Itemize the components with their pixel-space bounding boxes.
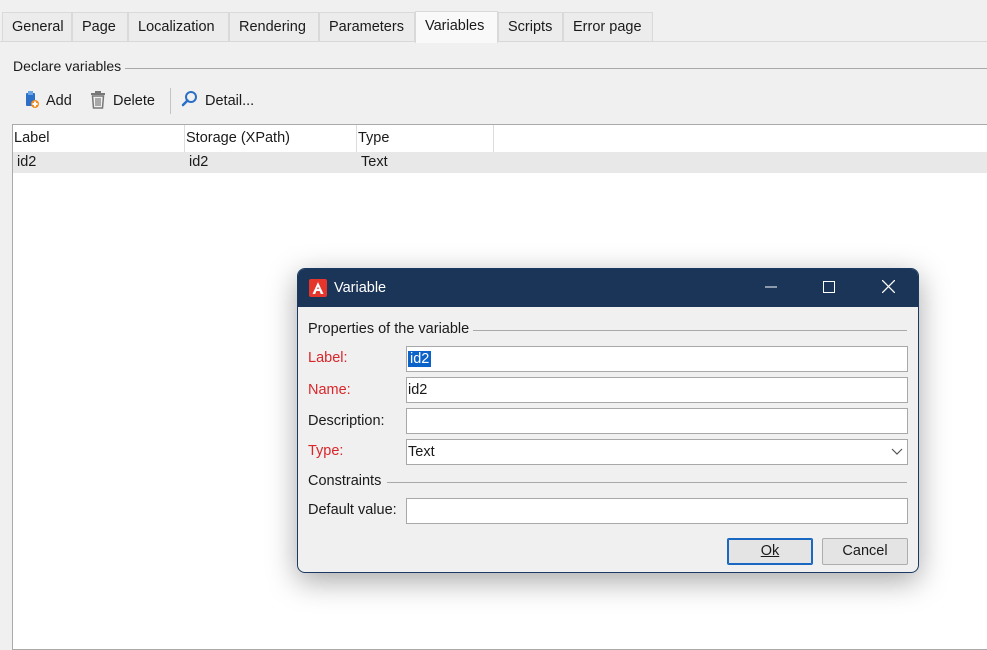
ok-label: Ok	[760, 543, 780, 559]
row-storage-cell: id2	[189, 154, 209, 170]
delete-icon	[89, 90, 107, 113]
column-header-storage[interactable]: Storage (XPath)	[185, 125, 357, 152]
row-label-cell: id2	[17, 154, 37, 170]
list-header: Label Storage (XPath) Type	[13, 125, 987, 152]
description-input[interactable]	[406, 408, 908, 434]
type-select[interactable]: Text	[406, 439, 908, 465]
close-icon	[881, 279, 895, 296]
variable-dialog: Variable Properties of the variable Labe…	[297, 268, 919, 573]
minimize-icon	[765, 280, 777, 296]
declare-variables-title: Declare variables	[13, 58, 122, 74]
name-field-label: Name:	[308, 382, 351, 398]
default-value-field-label: Default value:	[308, 502, 397, 518]
tab-general[interactable]: General	[2, 12, 72, 42]
tab-parameters[interactable]: Parameters	[319, 12, 415, 42]
tab-variables[interactable]: Variables	[415, 11, 498, 43]
label-field-label: Label:	[308, 350, 348, 366]
add-button[interactable]: Add	[21, 84, 72, 118]
name-input[interactable]: id2	[406, 377, 908, 403]
variables-toolbar: Add Delete Detail...	[11, 84, 987, 118]
detail-icon	[181, 90, 199, 112]
dialog-titlebar[interactable]: Variable	[298, 269, 918, 307]
tab-rendering[interactable]: Rendering	[229, 12, 319, 42]
delete-label: Delete	[113, 93, 155, 109]
column-header-label[interactable]: Label	[13, 125, 185, 152]
tab-error-page[interactable]: Error page	[563, 12, 653, 42]
label-input-value: id2	[408, 351, 432, 367]
default-value-input[interactable]	[406, 498, 908, 524]
minimize-button[interactable]	[748, 269, 794, 307]
tab-localization[interactable]: Localization	[128, 12, 229, 42]
constraints-section-title: Constraints	[308, 473, 382, 489]
add-icon	[21, 90, 40, 113]
close-button[interactable]	[865, 269, 911, 307]
type-field-label: Type:	[308, 443, 344, 459]
maximize-icon	[823, 280, 835, 296]
properties-section-title: Properties of the variable	[308, 321, 470, 337]
detail-label: Detail...	[205, 93, 255, 109]
description-field-label: Description:	[308, 413, 385, 429]
cancel-label: Cancel	[842, 543, 888, 559]
group-divider	[125, 68, 987, 69]
tab-bar: General Page Localization Rendering Para…	[0, 0, 987, 43]
maximize-button[interactable]	[806, 269, 852, 307]
dialog-title: Variable	[334, 280, 387, 296]
constraints-divider	[387, 482, 907, 483]
delete-button[interactable]: Delete	[89, 84, 155, 118]
add-label: Add	[46, 93, 72, 109]
ok-button[interactable]: Ok	[727, 538, 813, 565]
tab-scripts[interactable]: Scripts	[498, 12, 563, 42]
tab-page[interactable]: Page	[72, 12, 128, 42]
name-input-value: id2	[408, 382, 428, 398]
detail-button[interactable]: Detail...	[181, 84, 254, 118]
cancel-button[interactable]: Cancel	[822, 538, 908, 565]
type-select-value: Text	[408, 444, 435, 460]
column-header-type[interactable]: Type	[357, 125, 494, 152]
chevron-down-icon[interactable]	[887, 440, 907, 464]
toolbar-separator	[170, 88, 171, 114]
properties-divider	[473, 330, 907, 331]
row-type-cell: Text	[361, 154, 388, 170]
app-icon	[309, 279, 327, 297]
table-row[interactable]: id2 id2 Text	[13, 152, 987, 173]
label-input[interactable]: id2	[406, 346, 908, 372]
